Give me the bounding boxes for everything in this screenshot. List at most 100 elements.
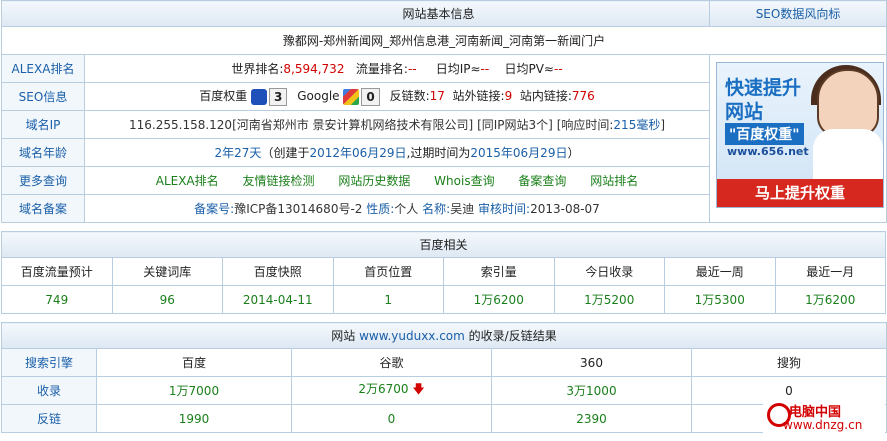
- link-alexa-rank[interactable]: ALEXA排名: [156, 174, 219, 188]
- engines-title-suffix: 的收录/反链结果: [468, 329, 557, 343]
- ad-banner[interactable]: 快速提升 网站 "百度权重" www.656.net 马上提升权重: [716, 62, 884, 208]
- daily-pv-label: 日均PV≈: [504, 62, 554, 76]
- ip-address: 116.255.158.120: [129, 118, 233, 132]
- icp-date-value: 2013-08-07: [530, 202, 600, 216]
- baidu-value-row: 749 96 2014-04-11 1 1万6200 1万5200 1万5300…: [1, 285, 886, 314]
- baidu-col-index: 索引量: [443, 257, 555, 286]
- baidu-keywords-value[interactable]: 96: [111, 285, 223, 314]
- backlinks-value: 17: [429, 89, 445, 104]
- link-friend-links[interactable]: 友情链接检测: [242, 174, 314, 188]
- baidu-week-value[interactable]: 1万5300: [664, 285, 776, 314]
- baidu-col-home-pos: 首页位置: [332, 257, 444, 286]
- down-arrow-icon: 🡇: [412, 382, 425, 396]
- created-label: （创建于: [261, 146, 310, 160]
- link-site-rank[interactable]: 网站排名: [590, 174, 638, 188]
- domain-age-end: ）: [567, 146, 580, 160]
- domain-age-label: 域名年龄: [1, 138, 85, 167]
- google-label: Google: [297, 89, 340, 104]
- basic-info-header: 网站基本信息 SEO数据风向标: [0, 0, 887, 27]
- backlink-baidu[interactable]: 1990: [96, 404, 292, 433]
- icp-no-label: 备案号:: [194, 202, 235, 216]
- engines-site[interactable]: www.yuduxx.com: [359, 329, 465, 343]
- more-query-label: 更多查询: [1, 166, 85, 195]
- engines-col-google: 谷歌: [291, 348, 492, 377]
- icp-date-label: 审核时间:: [478, 202, 531, 216]
- same-ip-link[interactable]: [同IP网站3个]: [477, 118, 553, 132]
- index-baidu[interactable]: 1万7000: [96, 376, 292, 405]
- baidu-index-value[interactable]: 1万6200: [443, 285, 555, 314]
- icp-label: 域名备案: [1, 194, 85, 223]
- engines-col-sogou: 搜狗: [691, 348, 887, 377]
- engines-title: 网站 www.yuduxx.com 的收录/反链结果: [1, 322, 887, 349]
- domain-age-value: 2年27天: [214, 146, 262, 160]
- watermark-logo: 电脑中国 www.dnzg.cn: [763, 399, 885, 439]
- daily-ip-value: --: [480, 62, 490, 76]
- index-360[interactable]: 3万1000: [491, 376, 692, 405]
- engines-table: 网站 www.yuduxx.com 的收录/反链结果 搜索引擎 百度 谷歌 36…: [1, 322, 887, 433]
- engines-backlink-row: 反链 1990 0 2390 查询: [1, 404, 887, 433]
- engines-index-label: 收录: [1, 376, 97, 405]
- baidu-col-keywords: 关键词库: [111, 257, 223, 286]
- world-rank-label: 世界排名:: [231, 62, 284, 76]
- baidu-table: 百度相关 百度流量预计 关键词库 百度快照 首页位置 索引量 今日收录 最近一周…: [1, 231, 886, 314]
- more-query-links: ALEXA排名 友情链接检测 网站历史数据 Whois查询 备案查询 网站排名: [83, 166, 711, 195]
- domain-ip-row: 116.255.158.120[河南省郑州市 景安计算机网络技术有限公司] [同…: [83, 110, 711, 139]
- page: 网站基本信息 SEO数据风向标 豫都网-郑州新闻网_郑州信息港_河南新闻_河南第…: [0, 0, 887, 439]
- icp-name-value: 吴迪: [450, 202, 475, 216]
- baidu-paw-icon: [251, 88, 268, 105]
- icp-row: 备案号:豫ICP备13014680号-2 性质:个人 名称:吴迪 审核时间:20…: [83, 194, 711, 223]
- expire-date: 2015年06月29日: [470, 146, 568, 160]
- backlink-360[interactable]: 2390: [491, 404, 692, 433]
- ip-location: [河南省郑州市 景安计算机网络技术有限公司]: [232, 118, 474, 132]
- response-time-label: [响应时间:: [556, 118, 614, 132]
- baidu-weight-value[interactable]: 3: [269, 87, 288, 106]
- engines-backlink-label: 反链: [1, 404, 97, 433]
- seo-label: SEO信息: [1, 82, 85, 111]
- engines-title-prefix: 网站: [331, 329, 356, 343]
- baidu-traffic-value: 749: [1, 285, 113, 314]
- backlink-google[interactable]: 0: [291, 404, 492, 433]
- external-links-value: 9: [504, 89, 513, 104]
- engines-index-row: 收录 1万7000 2万6700 🡇 3万1000 0: [1, 376, 887, 405]
- seo-trend-link[interactable]: SEO数据风向标: [709, 0, 887, 27]
- traffic-rank-value: --: [407, 62, 417, 76]
- google-pr-value[interactable]: 0: [361, 87, 380, 106]
- domain-ip-label: 域名IP: [1, 110, 85, 139]
- ad-button[interactable]: 马上提升权重: [717, 179, 883, 207]
- internal-links-label: 站内链接:: [519, 89, 572, 104]
- baidu-weight-label: 百度权重: [199, 89, 248, 104]
- baidu-home-pos-value: 1: [332, 285, 444, 314]
- created-date: 2012年06月29日: [309, 146, 407, 160]
- engines-col-360: 360: [491, 348, 692, 377]
- daily-pv-value: --: [554, 62, 563, 76]
- baidu-col-today: 今日收录: [553, 257, 665, 286]
- ad-line3: "百度权重": [725, 123, 804, 145]
- ad-person-face: [817, 69, 879, 137]
- expire-label: ,过期时间为: [406, 146, 471, 160]
- baidu-snapshot-value[interactable]: 2014-04-11: [222, 285, 334, 314]
- domain-age-row: 2年27天（创建于2012年06月29日,过期时间为2015年06月29日）: [83, 138, 711, 167]
- baidu-col-traffic: 百度流量预计: [1, 257, 113, 286]
- baidu-header-row: 百度流量预计 关键词库 百度快照 首页位置 索引量 今日收录 最近一周 最近一月: [1, 257, 886, 286]
- internal-links-value: 776: [571, 89, 595, 104]
- external-links-label: 站外链接:: [452, 89, 505, 104]
- daily-ip-label: 日均IP≈: [435, 62, 481, 76]
- ad-url: www.656.net: [727, 145, 809, 158]
- link-site-history[interactable]: 网站历史数据: [338, 174, 410, 188]
- world-rank-value: 8,594,732: [283, 62, 345, 76]
- baidu-col-snapshot: 百度快照: [222, 257, 334, 286]
- link-icp-query[interactable]: 备案查询: [518, 174, 566, 188]
- link-whois[interactable]: Whois查询: [434, 174, 494, 188]
- icp-nature-label: 性质:: [366, 202, 395, 216]
- ad-line1: 快速提升: [725, 77, 802, 99]
- seo-row: 百度权重 3 Google 0 反链数:17 站外链接:9 站内链接:776: [83, 82, 711, 111]
- icp-name-label: 名称:: [422, 202, 451, 216]
- baidu-month-value[interactable]: 1万6200: [774, 285, 886, 314]
- response-time-end: ]: [660, 118, 666, 132]
- google-icon: [343, 88, 360, 105]
- index-google[interactable]: 2万6700: [358, 382, 408, 396]
- icp-nature-value: 个人: [394, 202, 419, 216]
- alexa-row: 世界排名:8,594,732 流量排名:-- 日均IP≈-- 日均PV≈--: [83, 54, 711, 83]
- baidu-title: 百度相关: [1, 231, 886, 258]
- baidu-today-value[interactable]: 1万5200: [553, 285, 665, 314]
